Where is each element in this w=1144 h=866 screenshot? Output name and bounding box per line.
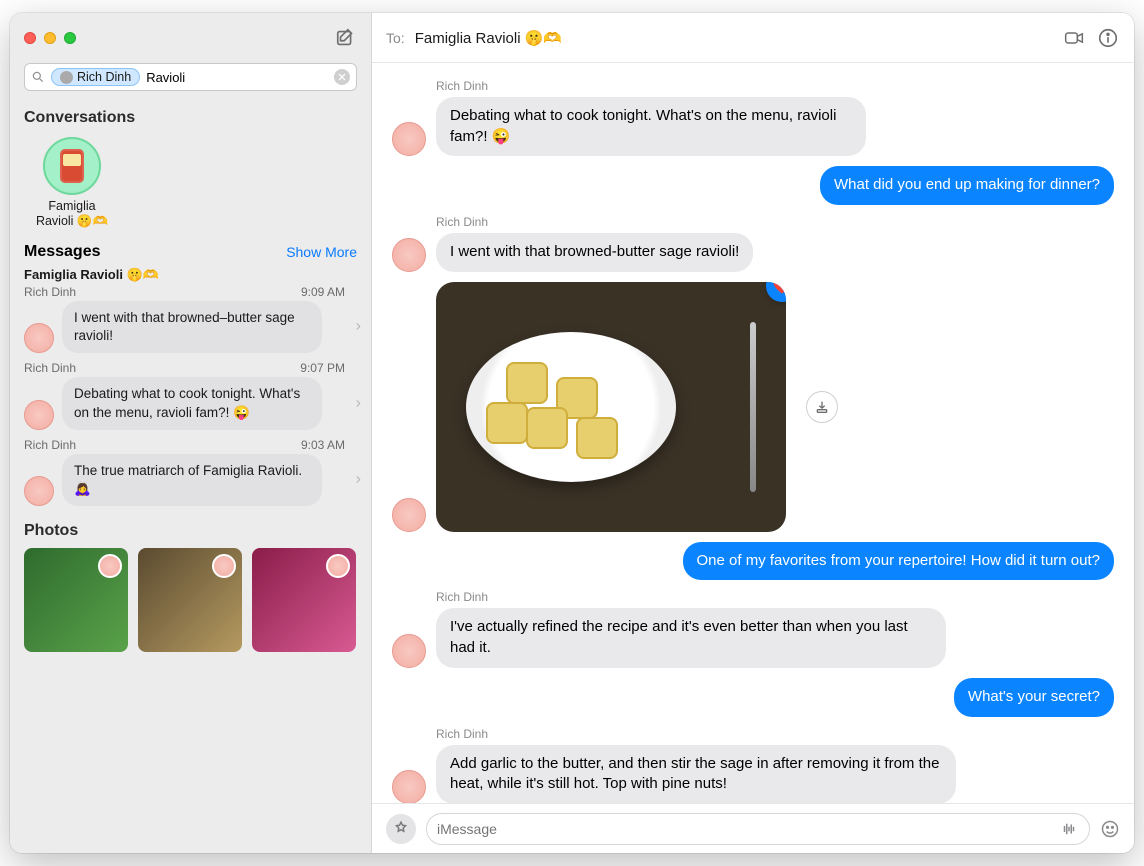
- show-more-link[interactable]: Show More: [286, 244, 357, 260]
- avatar: [392, 634, 426, 668]
- message-bubble[interactable]: I've actually refined the recipe and it'…: [436, 608, 946, 667]
- conversations-header: Conversations: [10, 101, 371, 133]
- messages-window: Rich Dinh Conversations Famiglia Ravioli…: [10, 13, 1134, 853]
- sidebar: Rich Dinh Conversations Famiglia Ravioli…: [10, 13, 372, 853]
- person-icon: [60, 71, 73, 84]
- outgoing-message: One of my favorites from your repertoire…: [392, 542, 1114, 581]
- incoming-message: I've actually refined the recipe and it'…: [392, 608, 1114, 667]
- avatar: [24, 476, 54, 506]
- compose-field[interactable]: [426, 813, 1090, 845]
- message-sender: Rich Dinh: [24, 361, 76, 375]
- photo-thumbnail[interactable]: [252, 548, 356, 652]
- message-bubble[interactable]: Debating what to cook tonight. What's on…: [436, 97, 866, 156]
- photo-attachment[interactable]: ❤️: [436, 282, 786, 532]
- incoming-message: Add garlic to the butter, and then stir …: [392, 745, 1114, 804]
- message-time: 9:09 AM: [301, 285, 345, 299]
- sender-label: Rich Dinh: [436, 79, 1114, 93]
- window-titlebar: [10, 13, 371, 63]
- search-token[interactable]: Rich Dinh: [51, 68, 140, 86]
- photos-row: [10, 548, 371, 666]
- message-result-item[interactable]: Rich Dinh 9:07 PM Debating what to cook …: [10, 359, 371, 435]
- composer-bar: [372, 803, 1134, 853]
- to-label: To:: [386, 30, 405, 46]
- sender-label: Rich Dinh: [436, 590, 1114, 604]
- conversation-tile[interactable]: Famiglia Ravioli 🤫🫶: [24, 137, 120, 229]
- to-recipient: Famiglia Ravioli 🤫🫶: [415, 29, 562, 47]
- search-field[interactable]: Rich Dinh: [24, 63, 357, 91]
- compose-input[interactable]: [437, 821, 1051, 837]
- download-attachment-button[interactable]: [806, 391, 838, 423]
- sender-label: Rich Dinh: [436, 727, 1114, 741]
- chevron-right-icon: ›: [356, 318, 361, 336]
- message-time: 9:03 AM: [301, 438, 345, 452]
- fork-graphic: [750, 322, 756, 492]
- photo-thumbnail[interactable]: [138, 548, 242, 652]
- message-preview: Debating what to cook tonight. What's on…: [62, 377, 322, 429]
- tapback-heart[interactable]: ❤️: [766, 282, 786, 302]
- avatar-badge: [326, 554, 350, 578]
- incoming-message: I went with that browned-butter sage rav…: [392, 233, 1114, 272]
- avatar: [392, 770, 426, 803]
- avatar-badge: [212, 554, 236, 578]
- outgoing-message: What did you end up making for dinner?: [392, 166, 1114, 205]
- message-bubble[interactable]: I went with that browned-butter sage rav…: [436, 233, 753, 272]
- clear-search-button[interactable]: [334, 69, 350, 85]
- facetime-video-button[interactable]: [1062, 26, 1086, 50]
- sender-label: Rich Dinh: [436, 215, 1114, 229]
- message-bubble[interactable]: Add garlic to the butter, and then stir …: [436, 745, 956, 804]
- avatar-badge: [98, 554, 122, 578]
- messages-header: Messages: [24, 243, 101, 261]
- can-icon: [60, 149, 84, 183]
- plate-graphic: [466, 332, 676, 482]
- message-preview: The true matriarch of Famiglia Ravioli. …: [62, 454, 322, 506]
- chevron-right-icon: ›: [356, 470, 361, 488]
- outgoing-message: What's your secret?: [392, 678, 1114, 717]
- search-input[interactable]: [146, 70, 328, 85]
- message-bubble[interactable]: What did you end up making for dinner?: [820, 166, 1114, 205]
- photo-thumbnail[interactable]: [24, 548, 128, 652]
- message-preview: I went with that browned–butter sage rav…: [62, 301, 322, 353]
- zoom-window-button[interactable]: [64, 32, 76, 44]
- message-result-item[interactable]: Rich Dinh 9:09 AM I went with that brown…: [10, 283, 371, 359]
- avatar: [392, 238, 426, 272]
- message-bubble[interactable]: One of my favorites from your repertoire…: [683, 542, 1115, 581]
- chat-scroll[interactable]: Rich Dinh Debating what to cook tonight.…: [372, 63, 1134, 803]
- avatar: [24, 400, 54, 430]
- message-sender: Rich Dinh: [24, 438, 76, 452]
- conversation-pane: To: Famiglia Ravioli 🤫🫶 Rich Dinh Debati…: [372, 13, 1134, 853]
- message-bubble[interactable]: What's your secret?: [954, 678, 1114, 717]
- message-time: 9:07 PM: [300, 361, 345, 375]
- search-token-label: Rich Dinh: [77, 70, 131, 84]
- conversation-label: Famiglia Ravioli 🤫🫶: [36, 199, 108, 229]
- incoming-photo-message: ❤️: [392, 282, 1114, 532]
- minimize-window-button[interactable]: [44, 32, 56, 44]
- thread-title: Famiglia Ravioli 🤫🫶: [10, 263, 371, 283]
- photos-header: Photos: [10, 512, 371, 548]
- incoming-message: Debating what to cook tonight. What's on…: [392, 97, 1114, 156]
- avatar: [392, 122, 426, 156]
- close-window-button[interactable]: [24, 32, 36, 44]
- window-controls: [24, 32, 76, 44]
- avatar: [392, 498, 426, 532]
- group-avatar: [43, 137, 101, 195]
- compose-new-message-button[interactable]: [335, 27, 357, 49]
- details-info-button[interactable]: [1096, 26, 1120, 50]
- audio-message-button[interactable]: [1059, 819, 1079, 839]
- message-sender: Rich Dinh: [24, 285, 76, 299]
- conversation-header: To: Famiglia Ravioli 🤫🫶: [372, 13, 1134, 63]
- chevron-right-icon: ›: [356, 394, 361, 412]
- emoji-picker-button[interactable]: [1100, 819, 1120, 839]
- search-icon: [31, 70, 45, 84]
- apps-button[interactable]: [386, 814, 416, 844]
- avatar: [24, 323, 54, 353]
- message-result-item[interactable]: Rich Dinh 9:03 AM The true matriarch of …: [10, 436, 371, 512]
